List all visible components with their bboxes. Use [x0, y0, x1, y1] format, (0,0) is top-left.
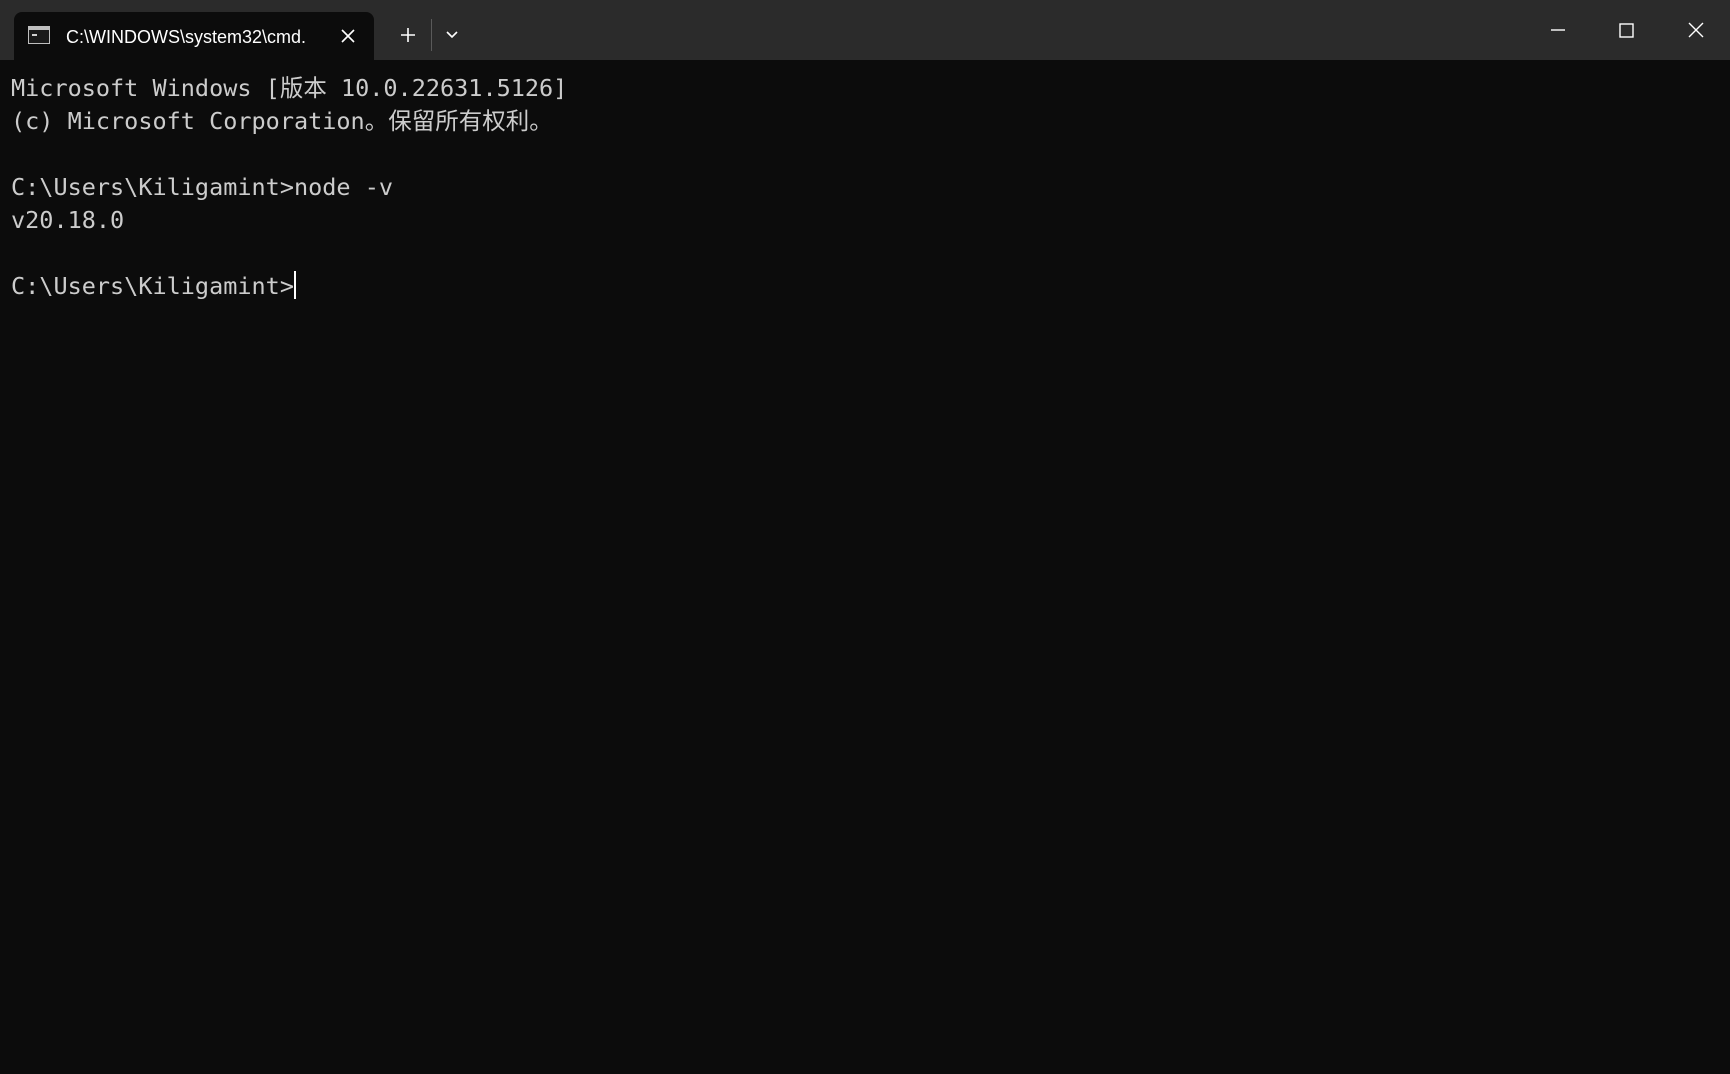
command-prompt-icon	[28, 26, 50, 44]
minimize-button[interactable]	[1524, 0, 1592, 60]
terminal-prompt: C:\Users\Kiligamint>	[11, 272, 294, 300]
plus-icon	[401, 28, 415, 42]
terminal-line: Microsoft Windows [版本 10.0.22631.5126]	[11, 74, 568, 102]
text-cursor	[293, 271, 296, 299]
tab-close-button[interactable]	[336, 24, 360, 48]
maximize-icon	[1619, 23, 1634, 38]
close-icon	[1688, 22, 1704, 38]
terminal-line: v20.18.0	[11, 206, 125, 234]
terminal-line: C:\Users\Kiligamint>node -v	[11, 173, 394, 201]
terminal-output[interactable]: Microsoft Windows [版本 10.0.22631.5126] (…	[11, 72, 1711, 1062]
tab-cmd[interactable]: C:\WINDOWS\system32\cmd.	[14, 12, 374, 60]
terminal-window: C:\WINDOWS\system32\cmd. Microsoft Windo…	[0, 0, 1730, 1074]
close-window-button[interactable]	[1662, 0, 1730, 60]
close-icon	[341, 29, 355, 43]
minimize-icon	[1551, 29, 1565, 31]
title-bar[interactable]: C:\WINDOWS\system32\cmd.	[0, 0, 1730, 60]
chevron-down-icon	[446, 31, 458, 39]
terminal-line: (c) Microsoft Corporation。保留所有权利。	[11, 107, 553, 135]
tab-dropdown-button[interactable]	[434, 18, 470, 52]
terminal-prompt-line[interactable]: C:\Users\Kiligamint>	[11, 270, 1711, 303]
maximize-button[interactable]	[1592, 0, 1660, 60]
toolbar-divider	[431, 19, 432, 51]
tab-title: C:\WINDOWS\system32\cmd.	[66, 27, 307, 47]
new-tab-button[interactable]	[390, 18, 426, 52]
